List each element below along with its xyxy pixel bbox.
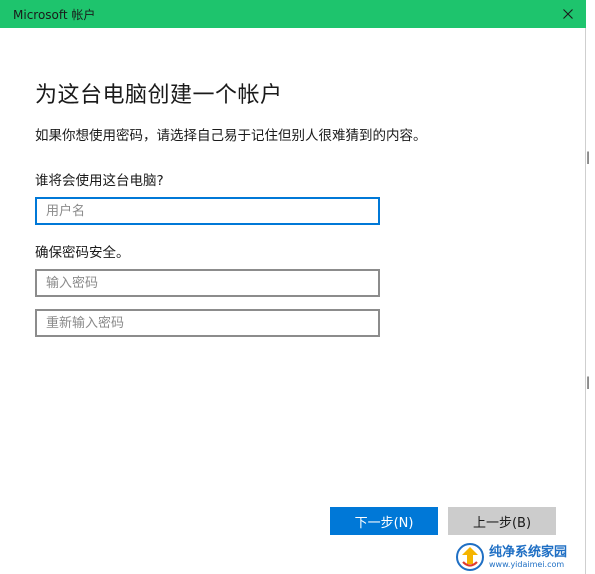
window-title: Microsoft 帐户	[13, 8, 96, 22]
close-icon	[563, 9, 573, 19]
back-button[interactable]: 上一步(B)	[448, 507, 556, 535]
user-question-label: 谁将会使用这台电脑?	[35, 173, 164, 189]
username-input[interactable]	[35, 197, 380, 225]
watermark-url: www.yidaimei.com	[489, 559, 565, 569]
watermark-logo-icon	[456, 543, 484, 571]
title-bar: Microsoft 帐户	[0, 0, 586, 28]
page-title: 为这台电脑创建一个帐户	[35, 83, 283, 108]
site-watermark: 纯净系统家园 www.yidaimei.com	[455, 540, 595, 574]
background-fragment: |	[586, 375, 591, 389]
next-button[interactable]: 下一步(N)	[330, 507, 438, 535]
background-fragment: |	[586, 150, 591, 164]
close-button[interactable]	[555, 2, 581, 26]
description-text: 如果你想使用密码，请选择自己易于记住但别人很难猜到的内容。	[35, 128, 427, 144]
password-input[interactable]	[35, 269, 380, 297]
account-dialog: Microsoft 帐户 为这台电脑创建一个帐户 如果你想使用密码，请选择自己易…	[0, 0, 586, 574]
confirm-password-input[interactable]	[35, 309, 380, 337]
password-security-label: 确保密码安全。	[35, 245, 130, 261]
watermark-name: 纯净系统家园	[489, 544, 568, 560]
